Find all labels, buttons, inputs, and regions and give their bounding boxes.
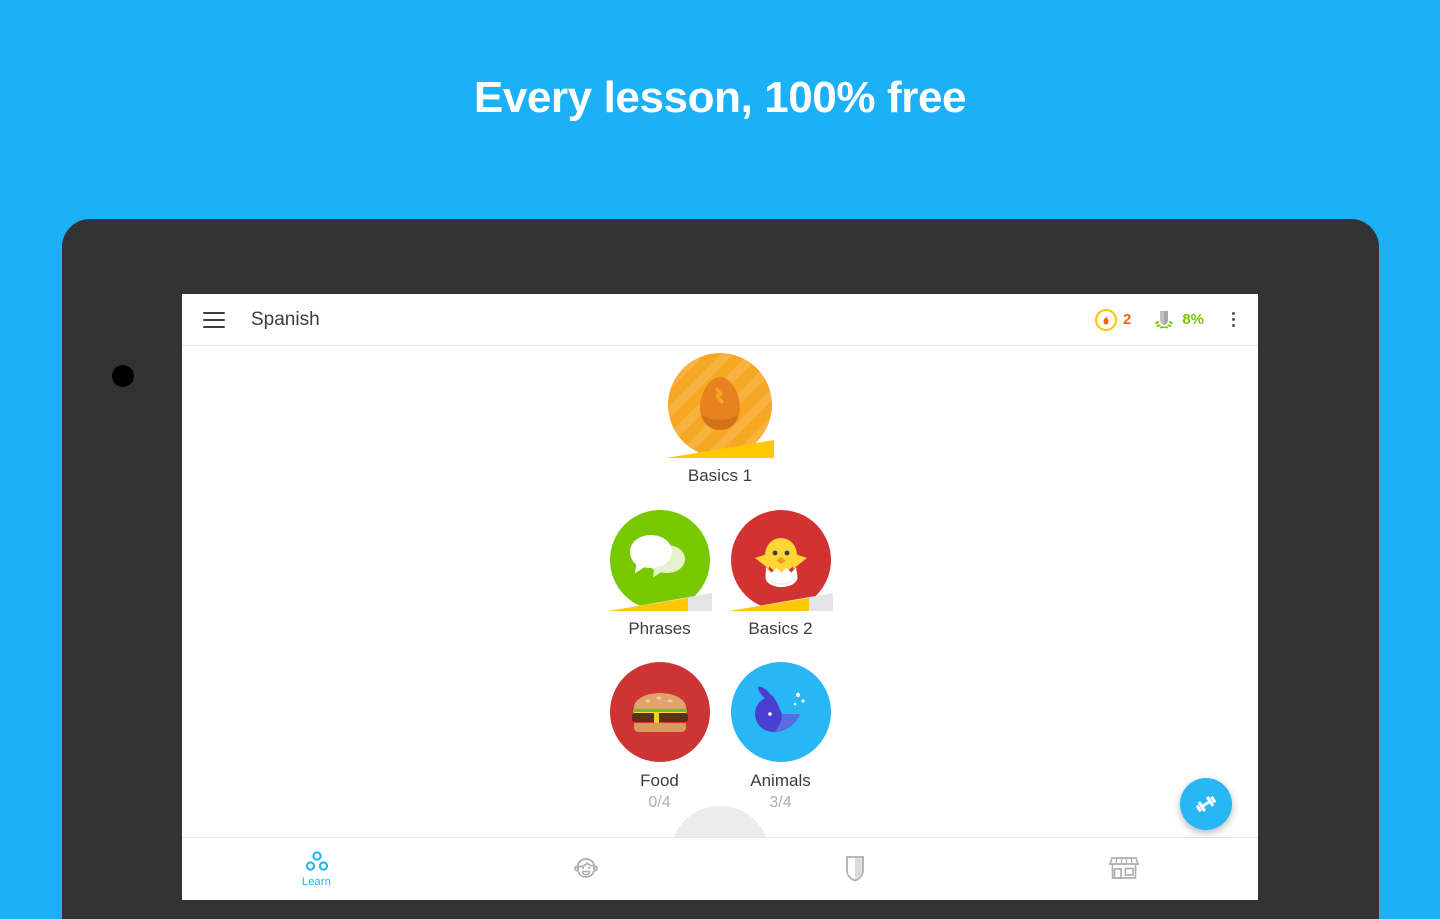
skill-food[interactable]: Food 0/4	[599, 661, 720, 812]
skill-row: Phrases Basics 2	[182, 510, 1258, 639]
cracked-egg-icon	[692, 374, 748, 436]
practice-fab-button[interactable]	[1180, 778, 1232, 830]
promo-headline: Every lesson, 100% free	[473, 73, 967, 122]
skill-tree: Basics 1 Phrases Basics 2 Food 0/4 Anima…	[182, 346, 1258, 900]
device-screen: Spanish 2 8% Basics 1 Phrases Basics 2 F…	[182, 294, 1258, 900]
hamburger-menu-icon[interactable]	[203, 311, 225, 328]
skill-row: Basics 1	[182, 353, 1258, 486]
streak-indicator[interactable]: 2	[1094, 308, 1132, 331]
skill-label: Basics 1	[687, 466, 753, 485]
nav-label-learn: Learn	[301, 875, 332, 888]
skill-basics-1[interactable]: Basics 1	[645, 353, 795, 486]
progress-wedge	[607, 593, 712, 612]
nav-item-profile[interactable]	[451, 838, 720, 900]
skill-icon-wrap	[730, 661, 831, 762]
bottom-navigation: Learn	[182, 837, 1258, 900]
camera-dot-icon	[112, 365, 134, 387]
skill-progress-count: 0/4	[648, 794, 671, 812]
skill-label: Basics 2	[748, 619, 813, 639]
progress-wedge	[728, 593, 833, 612]
shield-laurel-icon	[1155, 310, 1173, 328]
nav-item-learn[interactable]: Learn	[182, 838, 451, 900]
app-bar-actions: 2 8%	[1094, 307, 1242, 333]
streak-count: 2	[1122, 311, 1132, 328]
nav-item-shop[interactable]	[989, 838, 1258, 900]
skill-phrases[interactable]: Phrases	[599, 510, 720, 639]
flame-icon	[1094, 308, 1117, 331]
skill-tree-icon	[305, 850, 328, 871]
skill-label: Animals	[750, 770, 811, 790]
dumbbell-icon	[1196, 796, 1216, 812]
skill-row: Food 0/4 Animals 3/4	[182, 661, 1258, 812]
hamburger-food-icon	[629, 690, 691, 734]
skill-label: Food	[640, 770, 679, 790]
nav-item-clubs[interactable]	[720, 838, 989, 900]
hatching-chick-icon	[750, 531, 812, 589]
skill-label: Phrases	[628, 619, 691, 639]
progress-indicator[interactable]: 8%	[1151, 307, 1204, 333]
skill-icon-wrap	[666, 353, 774, 458]
skill-disc	[609, 661, 710, 762]
progress-percent: 8%	[1182, 311, 1204, 328]
speech-bubbles-icon	[629, 533, 691, 587]
shield-icon	[845, 855, 864, 881]
shop-store-icon	[1108, 856, 1139, 879]
skill-basics-2[interactable]: Basics 2	[720, 510, 841, 639]
skill-icon-wrap	[728, 510, 833, 612]
skill-icon-wrap	[607, 510, 712, 612]
whale-icon	[751, 684, 811, 740]
skill-animals[interactable]: Animals 3/4	[720, 661, 841, 812]
app-bar: Spanish 2 8%	[182, 294, 1258, 346]
skill-icon-wrap	[609, 661, 710, 762]
page-title: Spanish	[251, 308, 320, 330]
more-vertical-icon[interactable]	[1224, 312, 1242, 327]
profile-face-icon	[573, 857, 598, 878]
skill-progress-count: 3/4	[769, 794, 792, 812]
skill-disc	[730, 661, 831, 762]
progress-wedge	[666, 440, 774, 458]
